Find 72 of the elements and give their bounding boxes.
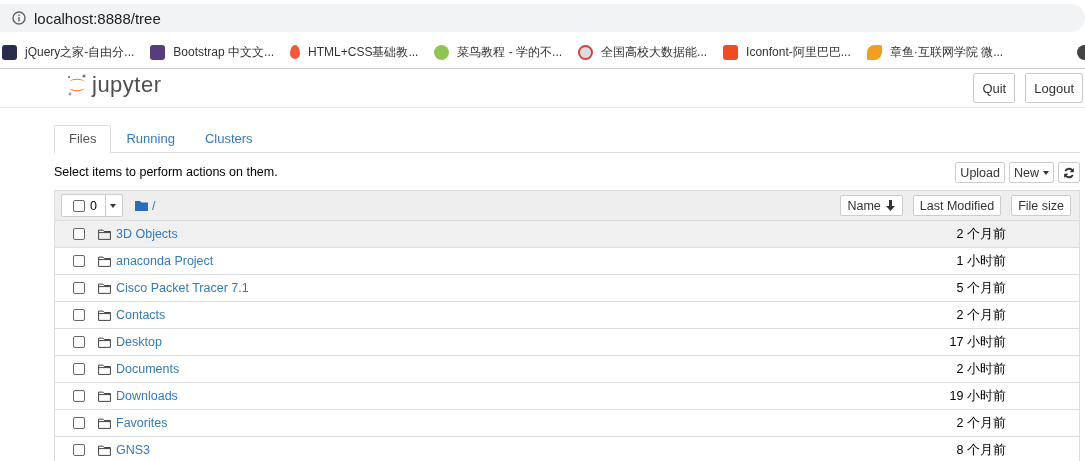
folder-icon <box>98 390 111 402</box>
modified-time: 2 个月前 <box>955 306 1007 324</box>
bookmark-icon <box>578 44 594 60</box>
folder-icon <box>98 417 111 429</box>
modified-time: 19 小时前 <box>948 387 1007 405</box>
hint-text: Select items to perform actions on them. <box>54 164 278 179</box>
tab[interactable]: Files <box>54 125 112 154</box>
checkbox[interactable] <box>73 282 85 294</box>
checkbox[interactable] <box>73 309 85 321</box>
checkbox[interactable] <box>73 255 85 267</box>
folder-icon <box>98 255 111 267</box>
folder-icon <box>98 444 111 456</box>
folder-link[interactable]: Downloads <box>116 389 178 403</box>
folder-link[interactable]: Favorites <box>116 416 168 430</box>
folder-link[interactable]: Contacts <box>116 308 166 322</box>
upload-button[interactable]: Upload <box>955 162 1005 183</box>
new-button[interactable]: New <box>1009 162 1054 183</box>
bookmark-icon <box>2 44 17 60</box>
bookmark-link[interactable]: Bootstrap 中文文... <box>148 43 277 61</box>
bookmark-icon <box>150 44 166 60</box>
bookmark-link[interactable]: Iconfont-阿里巴巴... <box>721 43 853 61</box>
bookmark-icon <box>866 44 882 60</box>
refresh-icon <box>1063 166 1075 179</box>
modified-time: 1 小时前 <box>955 252 1007 270</box>
folder-icon <box>134 200 148 211</box>
checkbox[interactable] <box>73 417 85 429</box>
folder-link[interactable]: Desktop <box>116 335 162 349</box>
folder-icon <box>98 363 111 375</box>
folder-icon <box>98 282 111 294</box>
checkbox[interactable] <box>73 228 85 240</box>
folder-icon <box>98 336 111 348</box>
bookmark-icon <box>434 44 450 60</box>
folder-link[interactable]: anaconda Project <box>116 254 214 268</box>
refresh-button[interactable] <box>1058 162 1080 183</box>
checkbox[interactable] <box>73 336 85 348</box>
sort-button[interactable]: Name <box>840 195 903 216</box>
bookmark-link[interactable]: 菜鸟教程 - 学的不... <box>432 43 565 61</box>
modified-time: 17 小时前 <box>948 333 1007 351</box>
bookmark-link[interactable]: 章鱼·互联网学院 微... <box>864 43 1006 61</box>
checkbox[interactable] <box>73 444 85 456</box>
folder-link[interactable]: Cisco Packet Tracer 7.1 <box>116 281 249 295</box>
bookmark-link[interactable]: jQuery之家-自由分... <box>0 43 137 61</box>
header-button[interactable]: Logout <box>1025 73 1083 103</box>
modified-time: 2 个月前 <box>955 225 1007 243</box>
folder-icon <box>98 228 111 240</box>
modified-time: 2 个月前 <box>955 414 1007 432</box>
folder-link[interactable]: 3D Objects <box>116 227 178 241</box>
folder-icon <box>98 309 111 321</box>
checkbox[interactable] <box>73 390 85 402</box>
bookmark-icon <box>723 44 739 60</box>
modified-time: 2 小时前 <box>955 360 1007 378</box>
folder-link[interactable]: Documents <box>116 362 180 376</box>
url-text: localhost:8888/tree <box>34 9 161 27</box>
sort-button[interactable]: File size <box>1011 195 1071 216</box>
bookmark-link[interactable]: 全国高校大数据能... <box>576 43 710 61</box>
modified-time: 5 个月前 <box>955 279 1007 297</box>
bookmark-icon <box>290 45 301 59</box>
logo-text: jupyter <box>92 72 162 98</box>
tab[interactable]: Running <box>111 125 190 154</box>
modified-time: 8 个月前 <box>955 441 1007 459</box>
address-field[interactable]: localhost:8888/tree <box>0 4 1085 32</box>
arrow-down-icon <box>884 200 896 211</box>
checkbox[interactable] <box>73 363 85 375</box>
list-row[interactable]: 3D Objects 2 个月前 <box>55 221 1079 248</box>
path-link[interactable]: / <box>151 198 156 213</box>
tab[interactable]: Clusters <box>189 125 268 154</box>
bookmark-link[interactable]: HTML+CSS基础教... <box>288 43 421 61</box>
logo-icon <box>66 73 88 97</box>
sort-button[interactable]: Last Modified <box>912 195 1002 216</box>
folder-link[interactable]: GNS3 <box>116 443 151 457</box>
header-button[interactable]: Quit <box>973 73 1016 103</box>
info-icon <box>12 11 26 25</box>
